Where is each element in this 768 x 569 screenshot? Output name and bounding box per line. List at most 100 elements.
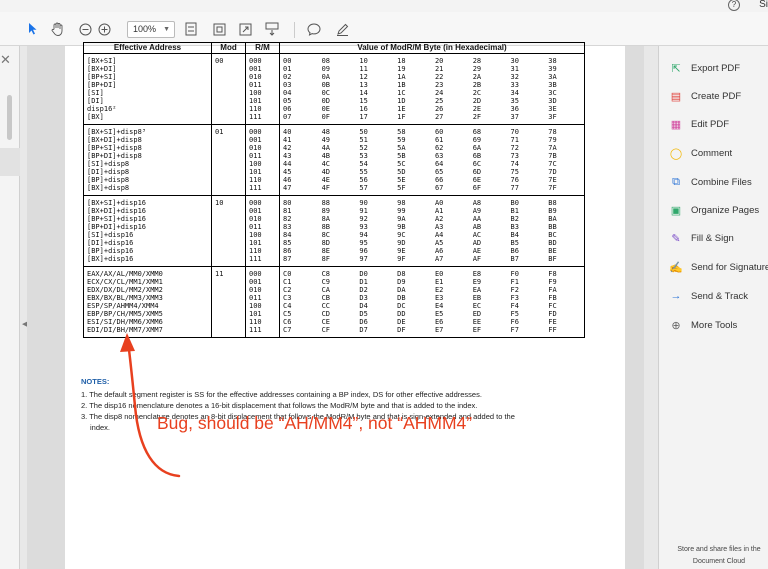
cell-modrm-value: 10 11 12 13 14 15 16 17 — [356, 53, 395, 125]
cell-modrm-value: B8 B9 BA BB BC BD BE BF — [545, 195, 586, 267]
table-body: [BX+SI] [BX+DI] [BP+SI] [BP+DI] [SI] [DI… — [83, 53, 586, 338]
cell-modrm-value: D8 D9 DA DB DC DD DE DF — [394, 266, 432, 338]
cell-modrm-value: 70 71 72 73 74 75 76 77 — [507, 124, 546, 196]
table-row: [BX+SI]+disp8³ [BX+DI]+disp8 [BP+SI]+dis… — [83, 124, 586, 196]
table-row: [BX+SI]+disp16 [BX+DI]+disp16 [BP+SI]+di… — [83, 195, 586, 267]
cell-modrm-value: 18 19 1A 1B 1C 1D 1E 1F — [394, 53, 432, 125]
bug-annotation: Bug, should be “AH/MM4”, not “AHMM4” — [157, 413, 473, 433]
cell-rm: 000 001 010 011 100 101 110 111 — [245, 53, 280, 125]
fill-sign-icon: ✎ — [671, 232, 681, 245]
pdf-page: Effective Address Mod R/M Value of ModR/… — [65, 42, 625, 569]
title-strip: ? Si — [0, 0, 768, 12]
cell-modrm-value: A0 A1 A2 A3 A4 A5 A6 A7 — [431, 195, 470, 267]
scroll-mode-icon[interactable] — [264, 20, 280, 38]
comment-icon[interactable] — [306, 20, 322, 38]
tool-label: More Tools — [691, 319, 738, 331]
cell-effective-address: [BX+SI]+disp16 [BX+DI]+disp16 [BP+SI]+di… — [83, 195, 212, 267]
zoom-in-icon[interactable] — [97, 20, 111, 38]
tool-comment[interactable]: ◯ Comment — [669, 145, 768, 161]
cell-effective-address: [BX+SI]+disp8³ [BX+DI]+disp8 [BP+SI]+dis… — [83, 124, 212, 196]
cell-rm: 000 001 010 011 100 101 110 111 — [245, 266, 280, 338]
cell-modrm-value: 90 91 92 93 94 95 96 97 — [356, 195, 395, 267]
cell-modrm-value: 00 01 02 03 04 05 06 07 — [278, 53, 319, 125]
pointer-icon[interactable] — [26, 20, 40, 38]
zoom-out-icon[interactable] — [78, 20, 92, 38]
cell-modrm-value: E0 E1 E2 E3 E4 E5 E6 E7 — [431, 266, 470, 338]
organize-pages-icon: ▣ — [670, 204, 682, 217]
tool-send-track[interactable]: → Send & Track — [669, 288, 768, 304]
left-pane-scrollbar[interactable] — [7, 95, 12, 140]
edit-pdf-icon: ▦ — [670, 118, 682, 131]
tool-combine-files[interactable]: ⧉ Combine Files — [669, 174, 768, 190]
document-cloud-promo: Store and share files in the Document Cl… — [659, 544, 768, 568]
help-icon[interactable]: ? — [728, 0, 740, 11]
header-mod: Mod — [211, 42, 246, 54]
modrm-table: Effective Address Mod R/M Value of ModR/… — [83, 42, 586, 338]
fit-page-icon[interactable] — [184, 20, 198, 38]
tool-label: Fill & Sign — [691, 232, 734, 244]
toolbar-divider — [294, 22, 295, 38]
header-value: Value of ModR/M Byte (in Hexadecimal) — [279, 42, 585, 54]
close-icon[interactable]: ✕ — [0, 52, 11, 68]
pen-icon[interactable] — [334, 20, 350, 38]
note-1: 1. The default segment register is SS fo… — [81, 390, 482, 399]
cell-modrm-value: 68 69 6A 6B 6C 6D 6E 6F — [469, 124, 508, 196]
tool-label: Send & Track — [691, 290, 749, 302]
note-2: 2. The disp16 nomenclature denotes a 16-… — [81, 401, 478, 410]
cell-modrm-value: 28 29 2A 2B 2C 2D 2E 2F — [469, 53, 508, 125]
tool-organize-pages[interactable]: ▣ Organize Pages — [669, 202, 768, 218]
combine-files-icon: ⧉ — [672, 175, 680, 188]
cell-modrm-value: F8 F9 FA FB FC FD FE FF — [545, 266, 586, 338]
tool-edit-pdf[interactable]: ▦ Edit PDF — [669, 116, 768, 132]
cell-rm: 000 001 010 011 100 101 110 111 — [245, 124, 280, 196]
create-pdf-icon: ▤ — [670, 90, 682, 103]
tool-label: Send for Signature — [691, 261, 768, 273]
tools-pane: ⇱ Export PDF ▤ Create PDF ▦ Edit PDF ◯ Comment ⧉… — [658, 46, 768, 569]
cell-modrm-value: 40 41 42 43 44 45 46 47 — [278, 124, 319, 196]
cell-modrm-value: 88 89 8A 8B 8C 8D 8E 8F — [318, 195, 357, 267]
table-row: EAX/AX/AL/MM0/XMM0 ECX/CX/CL/MM1/XMM1 ED… — [83, 266, 586, 338]
rotate-icon[interactable] — [212, 20, 226, 38]
zoom-value: 100% — [133, 24, 157, 34]
chevron-down-icon: ▼ — [163, 26, 170, 33]
cell-rm: 000 001 010 011 100 101 110 111 — [245, 195, 280, 267]
cell-modrm-value: C8 C9 CA CB CC CD CE CF — [318, 266, 357, 338]
tool-export-pdf[interactable]: ⇱ Export PDF — [669, 60, 768, 76]
fullscreen-icon[interactable] — [238, 20, 252, 38]
cell-modrm-value: 30 31 32 33 34 35 36 37 — [507, 53, 546, 125]
cell-modrm-value: D0 D1 D2 D3 D4 D5 D6 D7 — [356, 266, 395, 338]
sign-in-link[interactable]: Si — [759, 0, 768, 10]
send-track-icon: → — [670, 290, 682, 302]
tool-send-signature[interactable]: ✍ Send for Signature — [669, 259, 768, 275]
cell-mod: 01 — [211, 124, 246, 196]
cell-modrm-value: E8 E9 EA EB EC ED EE EF — [469, 266, 508, 338]
cell-effective-address: [BX+SI] [BX+DI] [BP+SI] [BP+DI] [SI] [DI… — [83, 53, 212, 125]
cell-modrm-value: 60 61 62 63 64 65 66 67 — [431, 124, 470, 196]
cell-modrm-value: B0 B1 B2 B3 B4 B5 B6 B7 — [507, 195, 546, 267]
export-pdf-icon: ⇱ — [671, 62, 681, 75]
send-signature-icon: ✍ — [669, 261, 683, 274]
tool-label: Organize Pages — [691, 204, 760, 216]
tool-label: Comment — [691, 147, 733, 159]
hand-icon[interactable] — [49, 20, 65, 38]
tool-label: Export PDF — [691, 62, 741, 74]
tool-create-pdf[interactable]: ▤ Create PDF — [669, 88, 768, 104]
cell-modrm-value: 38 39 3A 3B 3C 3D 3E 3F — [545, 53, 586, 125]
tool-fill-sign[interactable]: ✎ Fill & Sign — [669, 230, 768, 246]
tool-label: Combine Files — [691, 176, 752, 188]
cell-modrm-value: 50 51 52 53 54 55 56 57 — [356, 124, 395, 196]
cell-modrm-value: 48 49 4A 4B 4C 4D 4E 4F — [318, 124, 357, 196]
cell-modrm-value: C0 C1 C2 C3 C4 C5 C6 C7 — [278, 266, 319, 338]
cell-modrm-value: 08 09 0A 0B 0C 0D 0E 0F — [318, 53, 357, 125]
comment-icon: ◯ — [669, 147, 683, 160]
left-pane-tab[interactable] — [0, 148, 20, 176]
cell-modrm-value: F0 F1 F2 F3 F4 F5 F6 F7 — [507, 266, 546, 338]
tool-label: Create PDF — [691, 90, 742, 102]
cell-effective-address: EAX/AX/AL/MM0/XMM0 ECX/CX/CL/MM1/XMM1 ED… — [83, 266, 212, 338]
toolbar: 100% ▼ — [0, 12, 768, 46]
cell-modrm-value: 78 79 7A 7B 7C 7D 7E 7F — [545, 124, 586, 196]
zoom-select[interactable]: 100% ▼ — [127, 21, 175, 38]
cloud-line-2: Document Cloud — [692, 558, 746, 565]
cell-modrm-value: A8 A9 AA AB AC AD AE AF — [469, 195, 508, 267]
tool-more-tools[interactable]: ⊕ More Tools — [669, 317, 768, 333]
